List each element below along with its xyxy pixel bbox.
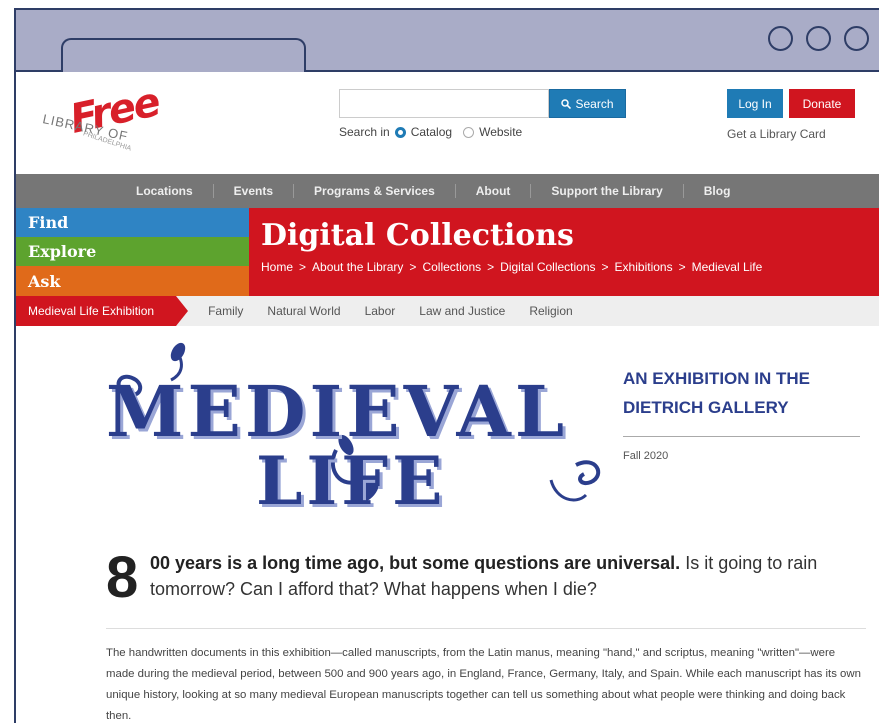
window-control-icon[interactable] (806, 26, 831, 51)
search-button-label: Search (575, 96, 614, 111)
subnav-medieval-life[interactable]: Medieval Life Exhibition (16, 296, 189, 326)
breadcrumb-collections[interactable]: Collections (422, 260, 481, 274)
search-icon (561, 98, 572, 109)
browser-window: Free LIBRARY OF PHILADELPHIA Search Sear… (14, 8, 879, 723)
catalog-radio[interactable] (394, 126, 406, 138)
intro-bold: 00 years is a long time ago, but some qu… (150, 553, 681, 573)
subnav-family[interactable]: Family (196, 304, 255, 318)
nav-item-locations[interactable]: Locations (116, 184, 214, 198)
nav-item-events[interactable]: Events (214, 184, 295, 198)
drop-cap: 8 (106, 545, 139, 610)
explore-link[interactable]: Explore (16, 237, 249, 266)
subnav-religion[interactable]: Religion (517, 304, 584, 318)
find-explore-ask-menu: Find Explore Ask (16, 208, 249, 296)
exhibition-subtitle: AN EXHIBITION IN THE DIETRICH GALLERY (623, 369, 811, 417)
exhibition-subnav: Medieval Life Exhibition Family Natural … (16, 296, 879, 326)
browser-chrome (16, 10, 879, 74)
nav-item-blog[interactable]: Blog (684, 184, 751, 198)
digital-collections-banner: Digital Collections Home > About the Lib… (249, 208, 879, 296)
subnav-labor[interactable]: Labor (353, 304, 408, 318)
website-radio[interactable] (463, 126, 475, 138)
breadcrumb-separator: > (601, 260, 609, 274)
catalog-option-label: Catalog (410, 125, 453, 139)
hero-title-line1: MEDIEVAL (106, 370, 569, 453)
breadcrumb-separator: > (678, 260, 686, 274)
free-library-logo[interactable]: Free LIBRARY OF PHILADELPHIA (30, 79, 162, 160)
breadcrumb-home[interactable]: Home (261, 260, 293, 274)
window-control-icon[interactable] (844, 26, 869, 51)
breadcrumb-about[interactable]: About the Library (312, 260, 403, 274)
search-button[interactable]: Search (549, 89, 626, 118)
breadcrumb-separator: > (487, 260, 495, 274)
ask-link[interactable]: Ask (16, 266, 249, 296)
body-paragraph: The handwritten documents in this exhibi… (106, 647, 861, 722)
subnav-natural-world[interactable]: Natural World (255, 304, 352, 318)
site-header: Free LIBRARY OF PHILADELPHIA Search Sear… (16, 72, 879, 174)
breadcrumb-digital-collections[interactable]: Digital Collections (500, 260, 595, 274)
main-nav: Locations Events Programs & Services Abo… (16, 174, 879, 208)
library-card-link[interactable]: Get a Library Card (727, 127, 826, 141)
medieval-life-title-art: MEDIEVAL LIFE (106, 340, 606, 520)
browser-tab[interactable] (61, 38, 306, 74)
find-link[interactable]: Find (16, 208, 249, 237)
breadcrumb-medieval-life[interactable]: Medieval Life (692, 260, 763, 274)
breadcrumb-exhibitions[interactable]: Exhibitions (615, 260, 673, 274)
exhibition-date: Fall 2020 (623, 450, 669, 462)
search-input[interactable] (339, 89, 549, 118)
login-button[interactable]: Log In (727, 89, 783, 118)
intro-text: 00 years is a long time ago, but some qu… (150, 550, 870, 602)
divider (623, 436, 860, 437)
window-control-icon[interactable] (768, 26, 793, 51)
donate-button[interactable]: Donate (789, 89, 855, 118)
section-divider (106, 628, 866, 629)
nav-item-programs[interactable]: Programs & Services (294, 184, 456, 198)
breadcrumb-separator: > (409, 260, 417, 274)
breadcrumb-separator: > (299, 260, 307, 274)
subnav-law-and-justice[interactable]: Law and Justice (407, 304, 517, 318)
page-title: Digital Collections (261, 218, 574, 253)
search-in-label: Search in (339, 125, 390, 139)
search-scope: Search in Catalog Website (339, 125, 522, 139)
hero-title-line2: LIFE (256, 442, 447, 520)
nav-item-support[interactable]: Support the Library (531, 184, 684, 198)
breadcrumb: Home > About the Library > Collections >… (261, 260, 762, 274)
website-option-label: Website (479, 125, 523, 139)
nav-item-about[interactable]: About (456, 184, 532, 198)
